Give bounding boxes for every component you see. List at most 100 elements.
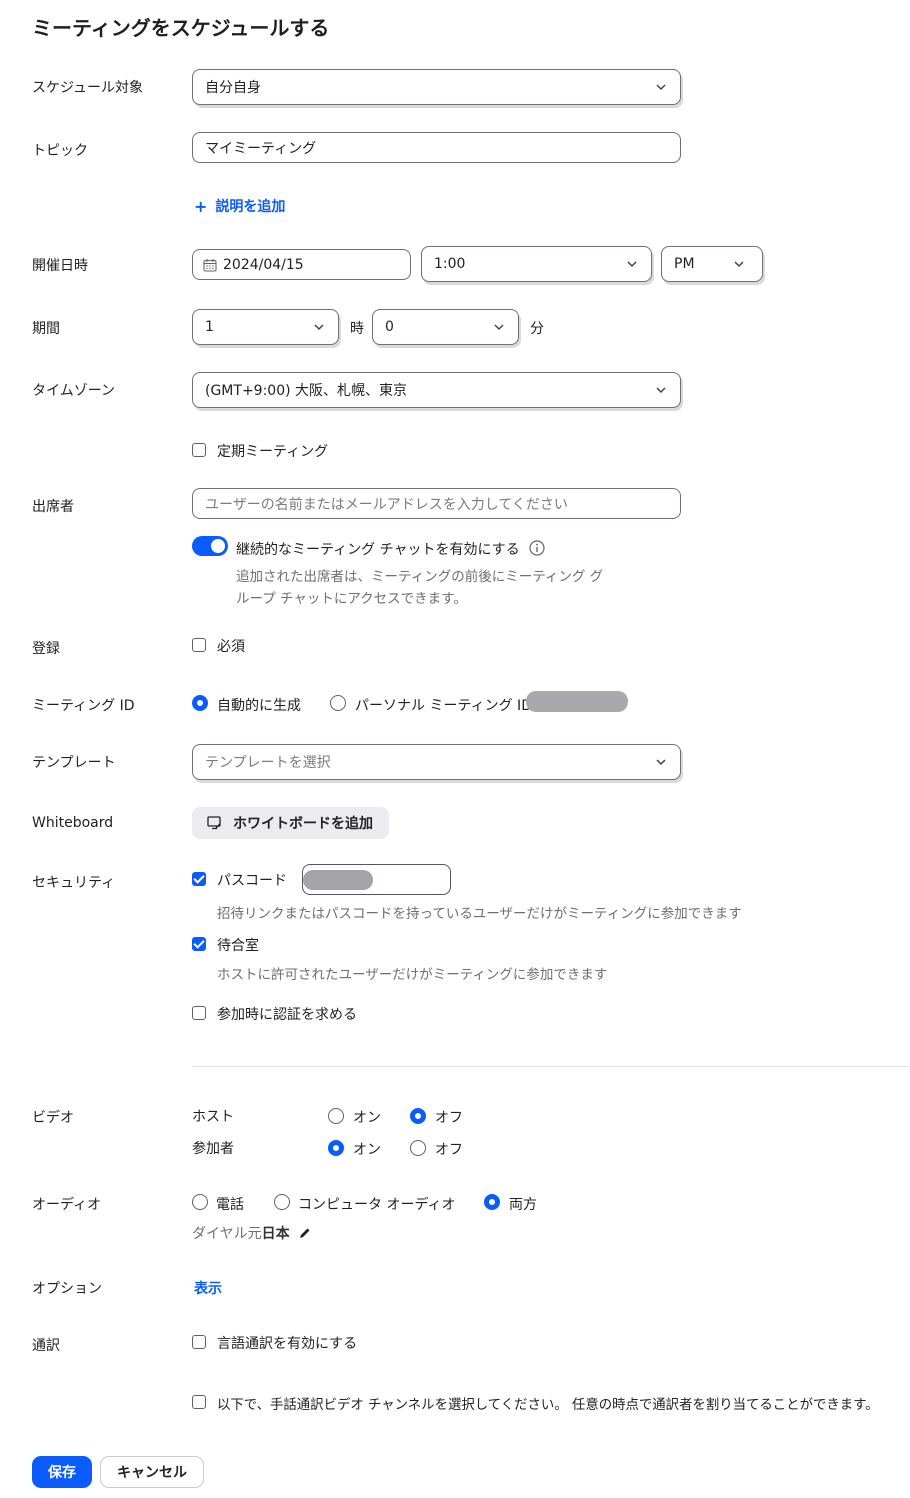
add-description-link[interactable]: + 説明を追加 <box>194 196 285 216</box>
attendees-label: 出席者 <box>32 499 74 515</box>
timezone-dropdown[interactable]: (GMT+9:00) 大阪、札幌、東京 <box>192 372 681 408</box>
template-label: テンプレート <box>32 755 116 771</box>
add-whiteboard-label: ホワイトボードを追加 <box>233 816 373 832</box>
cancel-button[interactable]: キャンセル <box>100 1456 204 1488</box>
video-host-off-label: オフ <box>435 1110 463 1126</box>
calendar-icon <box>203 258 217 272</box>
video-participant-off-radio[interactable] <box>410 1140 426 1156</box>
video-host-label: ホスト <box>192 1109 234 1125</box>
topic-value: マイミーティング <box>205 140 317 157</box>
video-participant-off-label: オフ <box>435 1142 463 1158</box>
schedule-for-dropdown[interactable]: 自分自身 <box>192 69 681 105</box>
redacted-personal-id <box>526 691 628 712</box>
video-label: ビデオ <box>32 1110 74 1126</box>
datetime-label: 開催日時 <box>32 258 88 274</box>
registration-required-checkbox[interactable] <box>192 638 206 652</box>
page-title: ミーティングをスケジュールする <box>32 16 330 40</box>
sign-interpretation-label: 以下で、手話通訳ビデオ チャンネルを選択してください。 任意の時点で通訳者を割り… <box>217 1398 879 1413</box>
timezone-value: (GMT+9:00) 大阪、札幌、東京 <box>205 383 408 399</box>
topic-label: トピック <box>32 143 88 159</box>
dial-from: ダイヤル元 日本 <box>192 1223 312 1243</box>
language-interpretation-checkbox[interactable] <box>192 1335 206 1349</box>
chat-help-line1: 追加された出席者は、ミーティングの前後にミーティング グ <box>236 569 604 585</box>
video-participant-on-label: オン <box>353 1142 381 1158</box>
time-dropdown[interactable]: 1:00 <box>421 246 652 282</box>
passcode-input[interactable] <box>302 864 451 895</box>
schedule-for-label: スケジュール対象 <box>32 80 144 96</box>
options-label: オプション <box>32 1281 102 1297</box>
video-host-on-radio[interactable] <box>328 1108 344 1124</box>
meeting-id-personal-radio[interactable] <box>330 695 346 711</box>
add-description-label: 説明を追加 <box>215 199 286 215</box>
plus-icon: + <box>194 196 208 216</box>
template-dropdown[interactable]: テンプレートを選択 <box>192 744 681 780</box>
section-divider <box>192 1066 910 1067</box>
chevron-down-icon <box>734 261 744 268</box>
video-participant-label: 参加者 <box>192 1141 234 1157</box>
chevron-down-icon <box>656 759 666 766</box>
interpretation-label: 通訳 <box>32 1338 60 1354</box>
duration-minutes-dropdown[interactable]: 0 <box>372 309 519 345</box>
meeting-id-auto-label: 自動的に生成 <box>217 698 301 714</box>
recurring-checkbox[interactable] <box>192 443 206 457</box>
duration-label: 期間 <box>32 321 60 337</box>
waiting-room-label: 待合室 <box>217 938 259 954</box>
schedule-for-value: 自分自身 <box>205 80 261 96</box>
edit-pencil-icon[interactable] <box>298 1226 312 1240</box>
redacted-passcode <box>303 869 373 890</box>
date-value: 2024/04/15 <box>223 256 304 273</box>
duration-hours-dropdown[interactable]: 1 <box>192 309 339 345</box>
recurring-label: 定期ミーティング <box>217 444 329 460</box>
waiting-room-help: ホストに許可されたユーザーだけがミーティングに参加できます <box>217 967 608 983</box>
passcode-help: 招待リンクまたはパスコードを持っているユーザーだけがミーティングに参加できます <box>217 906 742 922</box>
add-whiteboard-button[interactable]: ホワイトボードを追加 <box>192 807 389 839</box>
template-placeholder: テンプレートを選択 <box>205 755 331 771</box>
chat-toggle-label: 継続的なミーティング チャットを有効にする <box>236 542 520 558</box>
audio-phone-radio[interactable] <box>192 1194 208 1210</box>
attendees-input[interactable]: ユーザーの名前またはメールアドレスを入力してください <box>192 488 681 519</box>
audio-phone-label: 電話 <box>216 1197 244 1213</box>
video-host-off-radio[interactable] <box>410 1108 426 1124</box>
meeting-id-personal-label: パーソナル ミーティング ID <box>355 698 532 714</box>
audio-both-label: 両方 <box>509 1197 537 1213</box>
registration-required-label: 必須 <box>217 639 245 655</box>
dial-from-country: 日本 <box>261 1226 290 1242</box>
chevron-down-icon <box>656 84 666 91</box>
waiting-room-checkbox[interactable] <box>192 937 206 951</box>
whiteboard-label: Whiteboard <box>32 815 114 831</box>
save-button[interactable]: 保存 <box>32 1456 92 1488</box>
audio-label: オーディオ <box>32 1197 102 1213</box>
language-interpretation-label: 言語通訳を有効にする <box>217 1336 358 1352</box>
auth-checkbox[interactable] <box>192 1006 206 1020</box>
chat-help-line2: ループ チャットにアクセスできます。 <box>236 591 467 607</box>
date-picker[interactable]: 2024/04/15 <box>192 249 411 280</box>
time-value: 1:00 <box>434 256 466 272</box>
video-host-on-label: オン <box>353 1110 381 1126</box>
meeting-id-label: ミーティング ID <box>32 698 135 714</box>
audio-both-radio[interactable] <box>484 1194 500 1210</box>
duration-hours-value: 1 <box>205 319 214 335</box>
auth-label: 参加時に認証を求める <box>217 1007 357 1023</box>
whiteboard-icon <box>207 816 221 830</box>
ampm-dropdown[interactable]: PM <box>661 246 763 282</box>
chevron-down-icon <box>656 387 666 394</box>
chevron-down-icon <box>494 324 504 331</box>
sign-interpretation-checkbox[interactable] <box>192 1395 206 1409</box>
video-participant-on-radio[interactable] <box>328 1140 344 1156</box>
duration-minutes-value: 0 <box>385 319 394 335</box>
chat-toggle[interactable] <box>192 536 228 556</box>
chevron-down-icon <box>627 261 637 268</box>
topic-input[interactable]: マイミーティング <box>192 132 681 163</box>
ampm-value: PM <box>674 256 695 272</box>
meeting-id-auto-radio[interactable] <box>192 695 208 711</box>
info-icon[interactable] <box>529 540 545 556</box>
passcode-checkbox[interactable] <box>192 872 206 886</box>
security-label: セキュリティ <box>32 875 116 891</box>
registration-label: 登録 <box>32 641 60 657</box>
passcode-label: パスコード <box>217 873 287 889</box>
options-show-link[interactable]: 表示 <box>194 1278 222 1298</box>
dial-from-prefix: ダイヤル元 <box>192 1226 262 1242</box>
minutes-unit: 分 <box>530 321 544 337</box>
audio-computer-radio[interactable] <box>274 1194 290 1210</box>
chevron-down-icon <box>314 324 324 331</box>
